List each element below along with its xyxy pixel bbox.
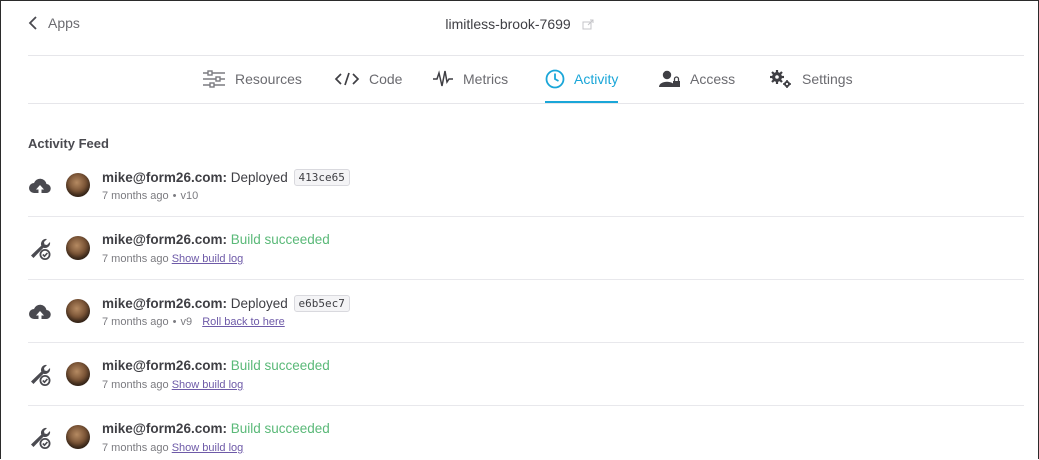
top-bar: Apps limitless-brook-7699 bbox=[1, 1, 1038, 47]
list-item: mike@form26.com: Build succeeded 7 month… bbox=[28, 217, 1024, 280]
show-build-log-link[interactable]: Show build log bbox=[172, 253, 244, 265]
wrench-check-icon bbox=[31, 364, 51, 386]
commit-sha: 413ce65 bbox=[293, 169, 350, 186]
timestamp: 7 months ago bbox=[102, 190, 169, 202]
avatar bbox=[66, 362, 90, 386]
resources-icon bbox=[203, 69, 225, 88]
clock-icon bbox=[545, 69, 565, 88]
tab-activity[interactable]: Activity bbox=[545, 56, 619, 103]
timestamp: 7 months ago bbox=[102, 253, 169, 265]
list-item: mike@form26.com: Deployed 413ce65 7 mont… bbox=[28, 154, 1024, 217]
app-tabs: Resources Code Metrics Activity Access S… bbox=[28, 55, 1024, 104]
wrench-check-icon bbox=[31, 238, 51, 260]
access-icon bbox=[659, 70, 680, 87]
activity-meta: 7 months ago • v9 Roll back to here bbox=[102, 316, 285, 328]
show-build-log-link[interactable]: Show build log bbox=[172, 442, 244, 454]
commit-sha: e6b5ec7 bbox=[293, 295, 350, 312]
tab-resources[interactable]: Resources bbox=[202, 56, 302, 101]
timestamp: 7 months ago bbox=[102, 379, 169, 391]
app-window: Apps limitless-brook-7699 Resources Code… bbox=[0, 0, 1039, 459]
tab-label: Access bbox=[690, 70, 736, 87]
timestamp: 7 months ago bbox=[102, 316, 169, 328]
gears-icon bbox=[770, 69, 791, 88]
build-status: Build succeeded bbox=[230, 358, 330, 373]
activity-action: Deployed bbox=[230, 170, 288, 185]
cloud-upload-icon bbox=[29, 178, 51, 194]
activity-text: mike@form26.com: Deployed 413ce65 bbox=[102, 169, 350, 186]
user-email: mike@form26.com: bbox=[102, 358, 227, 373]
activity-action: Deployed bbox=[230, 296, 288, 311]
app-name: limitless-brook-7699 bbox=[445, 16, 571, 32]
tab-label: Activity bbox=[574, 70, 619, 87]
activity-text: mike@form26.com: Build succeeded bbox=[102, 232, 330, 247]
activity-text: mike@form26.com: Deployed e6b5ec7 bbox=[102, 295, 350, 312]
build-status: Build succeeded bbox=[230, 421, 330, 436]
external-link-icon[interactable] bbox=[582, 17, 594, 33]
tab-code[interactable]: Code bbox=[334, 56, 402, 101]
list-item: mike@form26.com: Build succeeded 7 month… bbox=[28, 343, 1024, 406]
activity-feed: mike@form26.com: Deployed 413ce65 7 mont… bbox=[28, 154, 1024, 459]
timestamp: 7 months ago bbox=[102, 442, 169, 454]
user-email: mike@form26.com: bbox=[102, 170, 227, 185]
user-email: mike@form26.com: bbox=[102, 232, 227, 247]
metrics-icon bbox=[433, 69, 453, 86]
separator-dot: • bbox=[172, 316, 177, 328]
tab-label: Metrics bbox=[463, 70, 509, 87]
activity-text: mike@form26.com: Build succeeded bbox=[102, 421, 330, 436]
code-icon bbox=[334, 72, 360, 85]
roll-back-link[interactable]: Roll back to here bbox=[202, 316, 285, 328]
avatar bbox=[66, 173, 90, 197]
show-build-log-link[interactable]: Show build log bbox=[172, 379, 244, 391]
activity-meta: 7 months ago Show build log bbox=[102, 253, 243, 265]
avatar bbox=[66, 299, 90, 323]
activity-text: mike@form26.com: Build succeeded bbox=[102, 358, 330, 373]
activity-meta: 7 months ago Show build log bbox=[102, 442, 243, 454]
app-title: limitless-brook-7699 bbox=[1, 16, 1038, 33]
release-version: v9 bbox=[180, 316, 193, 328]
activity-meta: 7 months ago Show build log bbox=[102, 379, 243, 391]
user-email: mike@form26.com: bbox=[102, 421, 227, 436]
tab-metrics[interactable]: Metrics bbox=[432, 56, 508, 101]
avatar bbox=[66, 236, 90, 260]
release-version: v10 bbox=[180, 190, 199, 202]
user-email: mike@form26.com: bbox=[102, 296, 227, 311]
cloud-upload-icon bbox=[29, 304, 51, 320]
activity-meta: 7 months ago • v10 bbox=[102, 190, 198, 202]
wrench-check-icon bbox=[31, 427, 51, 449]
separator-dot: • bbox=[172, 190, 177, 202]
tab-label: Settings bbox=[802, 70, 853, 87]
tab-settings[interactable]: Settings bbox=[769, 56, 853, 101]
tab-label: Resources bbox=[235, 70, 302, 87]
tab-access[interactable]: Access bbox=[659, 56, 735, 101]
avatar bbox=[66, 425, 90, 449]
list-item: mike@form26.com: Deployed e6b5ec7 7 mont… bbox=[28, 280, 1024, 343]
build-status: Build succeeded bbox=[230, 232, 330, 247]
activity-feed-title: Activity Feed bbox=[28, 136, 109, 151]
tab-label: Code bbox=[369, 70, 403, 87]
list-item: mike@form26.com: Build succeeded 7 month… bbox=[28, 406, 1024, 459]
